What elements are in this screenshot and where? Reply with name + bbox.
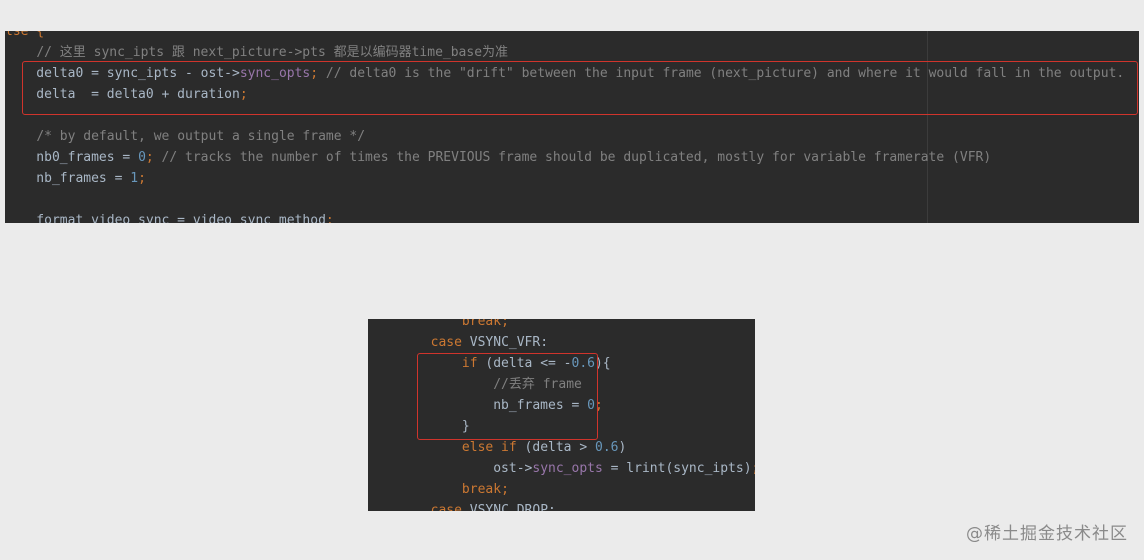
code-token: ost-> (368, 461, 533, 476)
watermark: @稀土掘金技术社区 (966, 524, 1128, 544)
code-token: sync_opts (532, 461, 603, 476)
code-token: case (430, 503, 470, 511)
code-line[interactable]: /* by default, we output a single frame … (5, 126, 365, 147)
code-token: ) (618, 440, 627, 455)
code-token: ; (501, 482, 509, 497)
code-editor-bottom[interactable]: break; case VSYNC_VFR: if (delta <= -0.6… (368, 319, 755, 511)
code-line[interactable]: format_video_sync = video_sync_method; (5, 210, 334, 223)
code-token: VSYNC_VFR: (469, 335, 549, 350)
code-token: nb0_frames = (5, 150, 139, 165)
code-token: 0 (138, 150, 146, 165)
right-margin-guide (927, 31, 928, 223)
code-token: // tracks the number of times the PREVIO… (161, 150, 992, 165)
code-token: 0.6 (595, 440, 619, 455)
code-editor-top[interactable]: lse { // 这里 sync_ipts 跟 next_picture->pt… (5, 31, 1139, 223)
code-token: lse { (5, 31, 45, 39)
code-token: (delta > (524, 440, 595, 455)
code-line[interactable]: ost->sync_opts = lrint(sync_ipts); (368, 458, 755, 479)
code-line[interactable]: else if (delta > 0.6) (368, 437, 626, 458)
code-token: VSYNC_DROP: (469, 503, 556, 511)
code-token: case (430, 335, 470, 350)
code-token: ; (145, 150, 162, 165)
code-line[interactable]: case VSYNC_DROP: (368, 500, 556, 511)
code-line[interactable]: // 这里 sync_ipts 跟 next_picture->pts 都是以编… (5, 42, 508, 63)
highlight-box-delta (22, 61, 1138, 115)
code-token: nb_frames = (5, 171, 131, 186)
code-token: ; (138, 171, 146, 186)
code-line[interactable]: nb0_frames = 0; // tracks the number of … (5, 147, 991, 168)
code-line[interactable]: break; (368, 479, 509, 500)
code-line[interactable]: break; (368, 319, 509, 332)
code-token: 1 (130, 171, 139, 186)
code-token: ; (752, 461, 755, 476)
code-line[interactable]: case VSYNC_VFR: (368, 332, 548, 353)
code-token: break (461, 482, 502, 497)
code-token: = lrint(sync_ipts) (602, 461, 752, 476)
code-token: break (461, 319, 502, 329)
code-token: ; (501, 319, 509, 329)
highlight-box-drop-frame (417, 353, 598, 440)
code-token: /* by default, we output a single frame … (36, 129, 366, 144)
code-token: // 这里 sync_ipts 跟 next_picture->pts 都是以编… (36, 45, 509, 60)
code-token: else if (461, 440, 525, 455)
code-token: format_video_sync = video_sync_method (5, 213, 326, 223)
code-token: ; (325, 213, 334, 223)
code-line[interactable]: lse { (5, 31, 44, 42)
code-line[interactable]: nb_frames = 1; (5, 168, 146, 189)
